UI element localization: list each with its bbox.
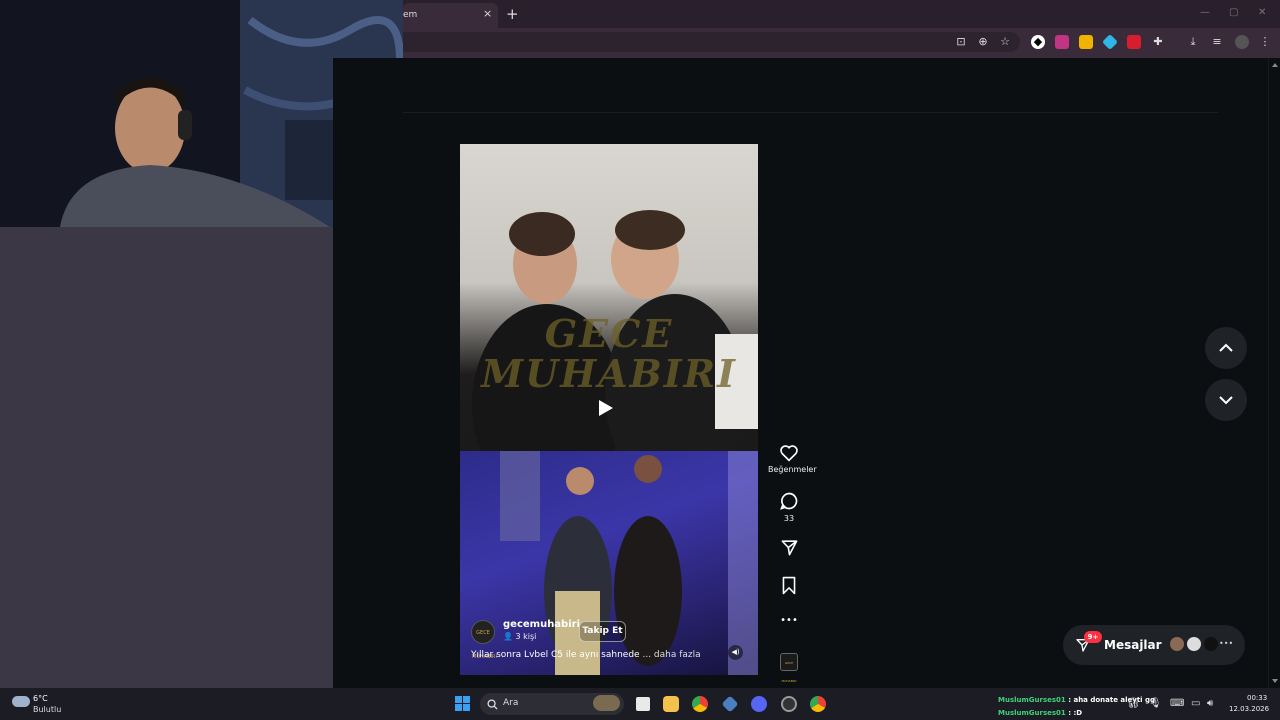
avatar (1169, 636, 1185, 652)
keyboard-icon[interactable]: ⌨ (1170, 698, 1184, 709)
weather-description[interactable]: Bulutlu (33, 705, 61, 714)
maximize-button[interactable]: ▢ (1229, 7, 1238, 18)
install-app-icon[interactable]: ⊡ (954, 35, 968, 49)
volume-icon[interactable]: ◀) (728, 645, 743, 660)
speaker-icon[interactable]: 🔊︎ (1207, 698, 1213, 709)
search-icon (487, 699, 498, 710)
follower-count: 👤 3 kişi (503, 632, 537, 641)
author-username[interactable]: gecemuhabiri (503, 619, 580, 630)
avatar (1203, 636, 1219, 652)
divider (403, 112, 1218, 113)
caption: Yıllar sonra Lvbel C5 ile aynı sahnede .… (471, 650, 701, 660)
author-avatar[interactable]: GECE MUHABIRI (471, 620, 497, 660)
windows-start-icon[interactable] (455, 696, 470, 711)
microphone-icon[interactable]: 🎙︎ (1149, 698, 1162, 709)
follow-button[interactable]: Takip Et (579, 621, 626, 642)
task-view-icon[interactable] (636, 697, 650, 711)
close-window-button[interactable]: ✕ (1258, 7, 1266, 18)
search-placeholder: Ara (503, 698, 519, 708)
cloud-icon[interactable] (12, 696, 30, 707)
chevron-up-icon (1219, 343, 1233, 352)
save-button[interactable] (768, 576, 810, 595)
audio-thumbnail[interactable]: GECE MUHABIRI (780, 653, 798, 683)
more-options-button[interactable]: ••• (768, 615, 810, 626)
like-button[interactable]: Beğenmeler (768, 444, 817, 474)
extension-icon[interactable] (1079, 35, 1093, 49)
avatar (1186, 636, 1202, 652)
app-icon[interactable] (781, 696, 797, 712)
zoom-icon[interactable]: ⊕ (976, 35, 990, 49)
bookmark-icon (782, 576, 796, 595)
extension-icon[interactable] (1055, 35, 1069, 49)
send-icon (781, 540, 797, 556)
new-tab-button[interactable]: + (506, 5, 519, 23)
watermark: GECE MUHABIRI (481, 311, 737, 396)
extensions-puzzle-icon[interactable]: ✚ (1151, 35, 1165, 49)
play-icon[interactable] (599, 400, 613, 416)
chevron-down-icon (1219, 396, 1233, 405)
minimize-button[interactable]: — (1200, 7, 1210, 18)
comment-button[interactable]: 33 (768, 491, 810, 523)
caption-text: Yıllar sonra Lvbel C5 ile aynı sahnede (471, 650, 640, 660)
comments-count: 33 (783, 514, 795, 523)
clock-time[interactable]: 00:33 (1247, 694, 1267, 702)
profile-avatar[interactable] (1235, 35, 1249, 49)
download-icon[interactable]: ⤓ (1186, 35, 1200, 49)
clock-date[interactable]: 12.03.2026 (1229, 705, 1269, 713)
unread-badge: 9+ (1084, 631, 1102, 643)
tab-close-button[interactable]: × (483, 7, 492, 20)
headset-icon[interactable]: 🎧︎ (1127, 698, 1140, 709)
temperature[interactable]: 6°C (33, 694, 48, 703)
left-panel (0, 227, 333, 688)
network-icon[interactable]: ▭ (1191, 698, 1200, 709)
file-explorer-icon[interactable] (663, 696, 679, 712)
address-bar[interactable] (403, 32, 1020, 52)
search-highlight-image (593, 695, 620, 711)
discord-icon[interactable] (751, 696, 767, 712)
chat-message: MuslumGurses01 : :D (998, 709, 1083, 717)
chrome-icon[interactable] (692, 696, 708, 712)
next-reel-button[interactable] (1205, 379, 1247, 421)
media-control-icon[interactable]: ≡ (1210, 35, 1224, 49)
chrome-icon[interactable] (810, 696, 826, 712)
scrollbar[interactable] (1268, 58, 1280, 688)
more-avatars: ••• (1219, 639, 1234, 648)
previous-reel-button[interactable] (1205, 327, 1247, 369)
extension-icon[interactable]: ◆ (1031, 35, 1045, 49)
tab-title: em (403, 10, 418, 20)
likes-label: Beğenmeler (768, 465, 817, 474)
bookmark-star-icon[interactable]: ☆ (998, 35, 1012, 49)
tab-bar (403, 0, 1280, 28)
browser-menu-icon[interactable]: ⋮ (1258, 35, 1272, 49)
caption-more-link[interactable]: ... daha fazla (642, 650, 700, 660)
heart-icon (780, 445, 798, 462)
share-button[interactable] (768, 538, 810, 557)
messages-label: Mesajlar (1104, 638, 1162, 652)
extension-icon[interactable] (1127, 35, 1141, 49)
comment-icon (780, 492, 798, 510)
